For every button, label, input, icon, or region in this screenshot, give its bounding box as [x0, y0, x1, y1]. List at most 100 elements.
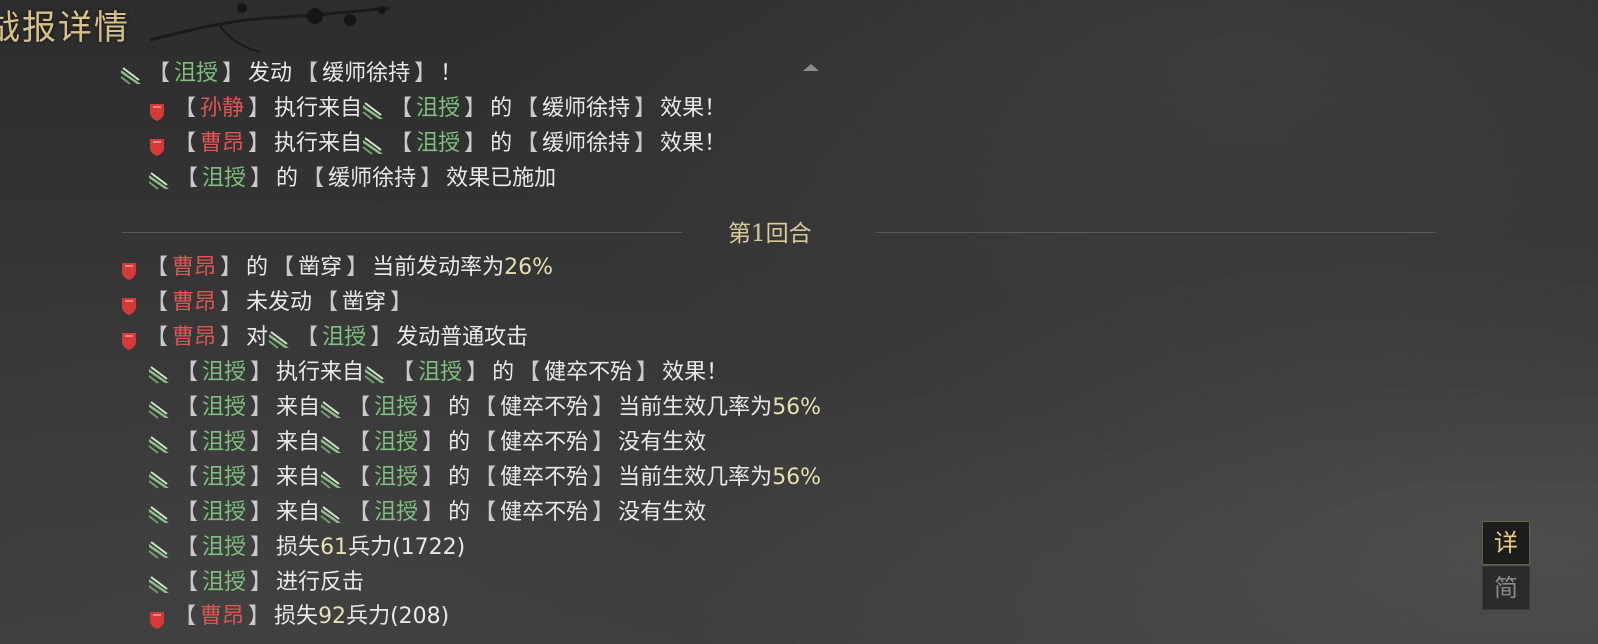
general-name-text: 孙静: [200, 96, 245, 121]
log-text: 来自: [276, 395, 321, 420]
log-text: 的: [448, 395, 471, 420]
general-name: 【曹昂】: [174, 131, 271, 156]
log-line: 【曹昂】执行来自 【沮授】的【缓师徐持】效果！: [148, 127, 726, 161]
log-text: 来自: [276, 430, 321, 455]
log-text: 的: [276, 166, 299, 191]
general-name: 【沮授】: [390, 131, 487, 156]
skill-name: 【健卒不殆】: [518, 360, 659, 385]
skill-name-text: 健卒不殆: [544, 360, 633, 385]
log-text: 没有生效: [618, 500, 707, 525]
collapse-up-icon[interactable]: [803, 64, 819, 71]
skill-name-text: 缓师徐持: [328, 166, 417, 191]
skill-name: 【健卒不殆】: [474, 465, 615, 490]
wei-shield-icon: [120, 328, 138, 350]
general-name: 【沮授】: [176, 430, 273, 455]
skill-name: 【缓师徐持】: [516, 131, 657, 156]
round-divider-right: [876, 232, 1436, 233]
log-text: ！: [440, 61, 463, 86]
skill-name-text: 缓师徐持: [322, 61, 411, 86]
qun-banner-icon: [148, 573, 170, 594]
log-text: 发动普通攻击: [396, 325, 529, 350]
simple-view-button[interactable]: 简: [1482, 566, 1530, 610]
general-name-text: 沮授: [416, 96, 461, 121]
general-name: 【沮授】: [176, 465, 273, 490]
log-text: 当前生效几率为: [618, 395, 773, 420]
qun-banner-icon: [148, 363, 170, 384]
general-name-text: 沮授: [202, 360, 247, 385]
log-text: 损失: [276, 535, 321, 560]
skill-name-text: 健卒不殆: [500, 465, 589, 490]
log-text: 对: [246, 325, 269, 350]
general-name: 【曹昂】: [146, 290, 243, 315]
general-name-text: 沮授: [202, 465, 247, 490]
log-number: 61: [320, 535, 349, 560]
general-name-text: 沮授: [374, 465, 419, 490]
page-title: 战报详情: [0, 8, 130, 48]
general-name-text: 曹昂: [200, 131, 245, 156]
log-text: 发动: [248, 61, 293, 86]
log-line: 【沮授】来自【沮授】的【健卒不殆】当前生效几率为 56%: [148, 461, 821, 495]
general-name: 【沮授】: [176, 500, 273, 525]
log-text: 进行反击: [276, 570, 365, 595]
log-number: 92: [318, 604, 347, 629]
log-text: 当前发动率为: [372, 255, 505, 280]
general-name: 【曹昂】: [146, 325, 243, 350]
skill-name: 【缓师徐持】: [302, 166, 443, 191]
log-line: 【沮授】来自【沮授】的【健卒不殆】没有生效: [148, 426, 706, 460]
log-number: 56%: [772, 395, 822, 420]
log-number: 26%: [504, 255, 554, 280]
log-text: 执行来自: [274, 96, 363, 121]
qun-banner-icon: [362, 99, 384, 120]
general-name-text: 沮授: [374, 395, 419, 420]
log-text: 执行来自: [276, 360, 365, 385]
general-name-text: 沮授: [374, 430, 419, 455]
log-text: 效果！: [662, 360, 729, 385]
log-line: 【孙静】执行来自 【沮授】的【缓师徐持】效果！: [148, 92, 726, 126]
log-text: 兵力(208): [346, 604, 450, 629]
skill-name: 【缓师徐持】: [516, 96, 657, 121]
log-text: 来自: [276, 500, 321, 525]
qun-banner-icon: [148, 538, 170, 559]
detail-view-button[interactable]: 详: [1482, 521, 1530, 565]
qun-banner-icon: [148, 503, 170, 524]
log-line: 【沮授】来自【沮授】的【健卒不殆】没有生效: [148, 496, 706, 530]
general-name-text: 沮授: [374, 500, 419, 525]
skill-name-text: 缓师徐持: [542, 131, 631, 156]
general-name: 【沮授】: [148, 61, 245, 86]
general-name-text: 沮授: [202, 166, 247, 191]
qun-banner-icon: [320, 398, 342, 419]
general-name: 【沮授】: [348, 430, 445, 455]
log-text: 来自: [276, 465, 321, 490]
general-name: 【沮授】: [348, 465, 445, 490]
general-name-text: 沮授: [202, 430, 247, 455]
round-label: 第1回合: [728, 221, 812, 247]
qun-banner-icon: [362, 134, 384, 155]
log-text: 效果！: [660, 131, 727, 156]
log-text: 的: [246, 255, 269, 280]
general-name: 【沮授】: [176, 360, 273, 385]
general-name-text: 沮授: [418, 360, 463, 385]
general-name-text: 沮授: [202, 535, 247, 560]
qun-banner-icon: [364, 363, 386, 384]
skill-name: 【健卒不殆】: [474, 395, 615, 420]
log-text: 的: [448, 465, 471, 490]
skill-name-text: 健卒不殆: [500, 395, 589, 420]
log-number: 56%: [772, 465, 822, 490]
log-text: 没有生效: [618, 430, 707, 455]
general-name: 【沮授】: [390, 96, 487, 121]
log-line: 【沮授】来自【沮授】的【健卒不殆】当前生效几率为 56%: [148, 391, 821, 425]
log-line: 【曹昂】对 【沮授】发动普通攻击: [120, 321, 528, 355]
log-text: 执行来自: [274, 131, 363, 156]
general-name: 【沮授】: [392, 360, 489, 385]
log-text: 的: [448, 500, 471, 525]
general-name-text: 曹昂: [172, 290, 217, 315]
skill-name: 【缓师徐持】: [296, 61, 437, 86]
general-name: 【沮授】: [296, 325, 393, 350]
general-name-text: 沮授: [322, 325, 367, 350]
qun-banner-icon: [320, 433, 342, 454]
log-line: 【沮授】进行反击: [148, 566, 364, 600]
general-name-text: 沮授: [202, 570, 247, 595]
general-name: 【沮授】: [176, 395, 273, 420]
log-text: 兵力(1722): [348, 535, 466, 560]
general-name: 【沮授】: [176, 166, 273, 191]
